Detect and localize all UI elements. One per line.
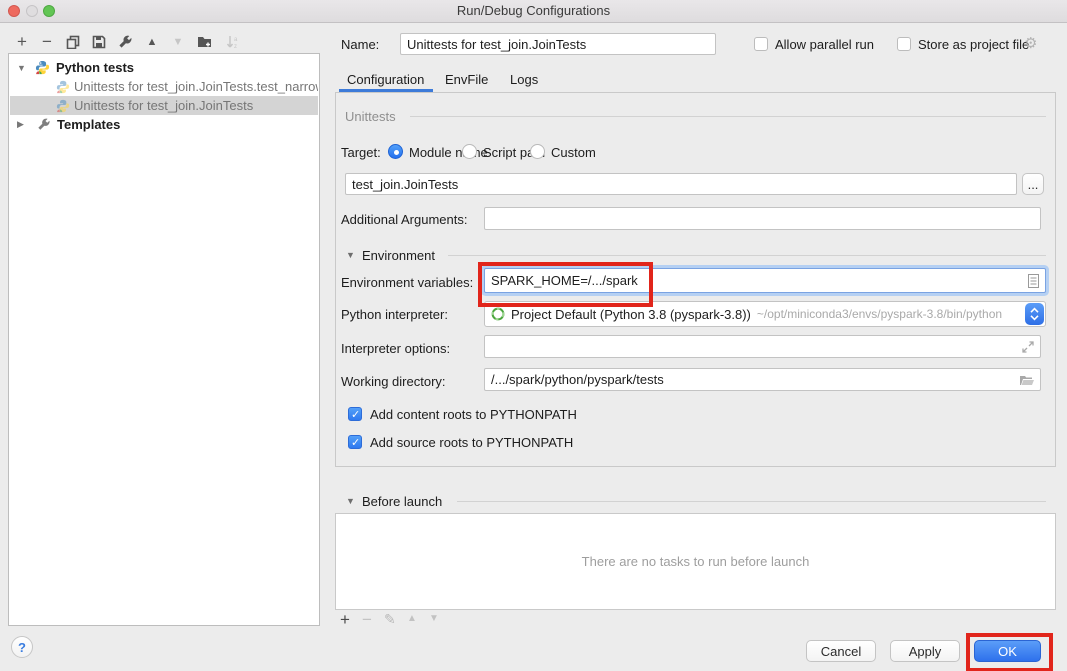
tree-item-unittests-jointests-selected[interactable]: Unittests for test_join.JoinTests — [10, 96, 318, 115]
copy-configuration-icon[interactable] — [64, 32, 82, 52]
close-window-button[interactable] — [8, 5, 20, 17]
move-up-icon[interactable]: ▲ — [144, 32, 160, 52]
tree-item-label: Python tests — [56, 60, 134, 75]
additional-arguments-input[interactable] — [484, 207, 1041, 230]
tab-logs[interactable]: Logs — [510, 72, 538, 87]
move-down-icon[interactable]: ▼ — [170, 32, 186, 52]
before-launch-task-list: There are no tasks to run before launch — [335, 513, 1056, 610]
svg-text:z: z — [234, 44, 237, 50]
help-button[interactable]: ? — [11, 636, 33, 658]
name-input[interactable]: Unittests for test_join.JoinTests — [400, 33, 716, 55]
store-as-project-file-checkbox[interactable] — [897, 37, 911, 51]
apply-button-label: Apply — [909, 644, 942, 659]
before-launch-divider — [457, 501, 1046, 502]
cancel-button-label: Cancel — [821, 644, 861, 659]
interpreter-options-input[interactable] — [484, 335, 1041, 358]
move-task-up-icon[interactable]: ▲ — [407, 613, 417, 624]
conda-environment-icon — [491, 307, 505, 321]
environment-header: Environment — [362, 248, 435, 263]
working-directory-label: Working directory: — [341, 374, 446, 389]
store-as-project-file-label: Store as project file — [918, 37, 1029, 52]
add-source-roots-checkbox[interactable] — [348, 435, 362, 449]
tree-item-label: Templates — [57, 117, 120, 132]
before-launch-empty-text: There are no tasks to run before launch — [582, 554, 810, 569]
python-interpreter-value: Project Default (Python 3.8 (pyspark-3.8… — [511, 307, 751, 322]
target-module-name-radio[interactable] — [388, 144, 403, 159]
tree-item-label: Unittests for test_join.JoinTests — [74, 98, 253, 113]
move-task-down-icon[interactable]: ▼ — [429, 613, 439, 624]
group-divider — [410, 116, 1046, 117]
tree-item-python-tests[interactable]: ▼ Python tests — [10, 58, 318, 77]
tab-configuration[interactable]: Configuration — [347, 72, 424, 87]
remove-configuration-icon[interactable]: − — [38, 32, 56, 52]
name-input-value: Unittests for test_join.JoinTests — [407, 37, 586, 52]
target-input-value: test_join.JoinTests — [352, 177, 458, 192]
cancel-button[interactable]: Cancel — [806, 640, 876, 662]
envvars-highlight-redbox — [478, 262, 653, 307]
tree-item-templates[interactable]: ▶ Templates — [10, 115, 318, 134]
folder-icon[interactable] — [1020, 375, 1034, 386]
allow-parallel-run-checkbox[interactable] — [754, 37, 768, 51]
allow-parallel-run-label: Allow parallel run — [775, 37, 874, 52]
tab-envfile[interactable]: EnvFile — [445, 72, 488, 87]
interpreter-dropdown-stepper[interactable] — [1025, 303, 1044, 325]
interpreter-options-label: Interpreter options: — [341, 341, 450, 356]
python-interpreter-path: ~/opt/miniconda3/envs/pyspark-3.8/bin/py… — [757, 307, 1002, 321]
target-script-path-radio[interactable] — [462, 144, 477, 159]
titlebar: Run/Debug Configurations — [0, 0, 1067, 23]
wrench-icon — [37, 118, 51, 132]
sort-alphabetically-icon[interactable]: az — [224, 32, 242, 52]
working-directory-value: /.../spark/python/pyspark/tests — [491, 372, 664, 387]
name-label: Name: — [341, 37, 379, 52]
tree-item-label: Unittests for test_join.JoinTests.test_n… — [74, 79, 318, 94]
zoom-window-button[interactable] — [43, 5, 55, 17]
minimize-window-button — [26, 5, 38, 17]
add-content-roots-label: Add content roots to PYTHONPATH — [370, 407, 577, 422]
configurations-tree: ▼ Python tests Unittests for test_join.J… — [8, 53, 320, 626]
expand-field-icon[interactable] — [1022, 341, 1034, 353]
add-content-roots-checkbox[interactable] — [348, 407, 362, 421]
environment-divider — [448, 255, 1046, 256]
target-custom-radio[interactable] — [530, 144, 545, 159]
add-configuration-icon[interactable]: + — [13, 32, 31, 52]
help-icon: ? — [18, 640, 26, 655]
environment-collapse-icon[interactable]: ▼ — [346, 250, 355, 260]
before-launch-collapse-icon[interactable]: ▼ — [346, 496, 355, 506]
apply-button[interactable]: Apply — [890, 640, 960, 662]
run-debug-configurations-dialog: Run/Debug Configurations + − ▲ ▼ az ▼ Py… — [0, 0, 1067, 671]
python-test-config-icon — [56, 99, 70, 113]
edit-templates-wrench-icon[interactable] — [116, 32, 134, 52]
save-configuration-icon[interactable] — [90, 32, 108, 52]
edit-task-icon[interactable]: ✎ — [384, 611, 396, 628]
more-icon: ... — [1028, 177, 1039, 192]
svg-text:a: a — [234, 37, 238, 43]
before-launch-header: Before launch — [362, 494, 442, 509]
additional-arguments-label: Additional Arguments: — [341, 212, 467, 227]
add-source-roots-label: Add source roots to PYTHONPATH — [370, 435, 573, 450]
add-task-icon[interactable]: + — [340, 610, 350, 630]
working-directory-input[interactable]: /.../spark/python/pyspark/tests — [484, 368, 1041, 391]
chevron-right-icon[interactable]: ▶ — [17, 119, 27, 130]
target-custom-label[interactable]: Custom — [551, 145, 596, 160]
python-tests-icon — [35, 60, 50, 75]
chevron-down-icon[interactable]: ▼ — [17, 63, 27, 73]
target-input[interactable]: test_join.JoinTests — [345, 173, 1017, 195]
unittests-group-label: Unittests — [345, 109, 396, 124]
ok-highlight-redbox — [966, 633, 1053, 671]
python-interpreter-label: Python interpreter: — [341, 307, 448, 322]
environment-variables-label: Environment variables: — [341, 275, 473, 290]
python-test-config-icon — [56, 80, 70, 94]
new-folder-icon[interactable] — [196, 32, 214, 52]
tree-item-unittests-test-narrow[interactable]: Unittests for test_join.JoinTests.test_n… — [10, 77, 318, 96]
gear-icon[interactable]: ⚙ — [1024, 34, 1037, 52]
window-title: Run/Debug Configurations — [0, 0, 1067, 22]
remove-task-icon[interactable]: − — [362, 610, 372, 630]
edit-variables-icon[interactable] — [1028, 274, 1039, 288]
target-label: Target: — [341, 145, 381, 160]
browse-button[interactable]: ... — [1022, 173, 1044, 195]
